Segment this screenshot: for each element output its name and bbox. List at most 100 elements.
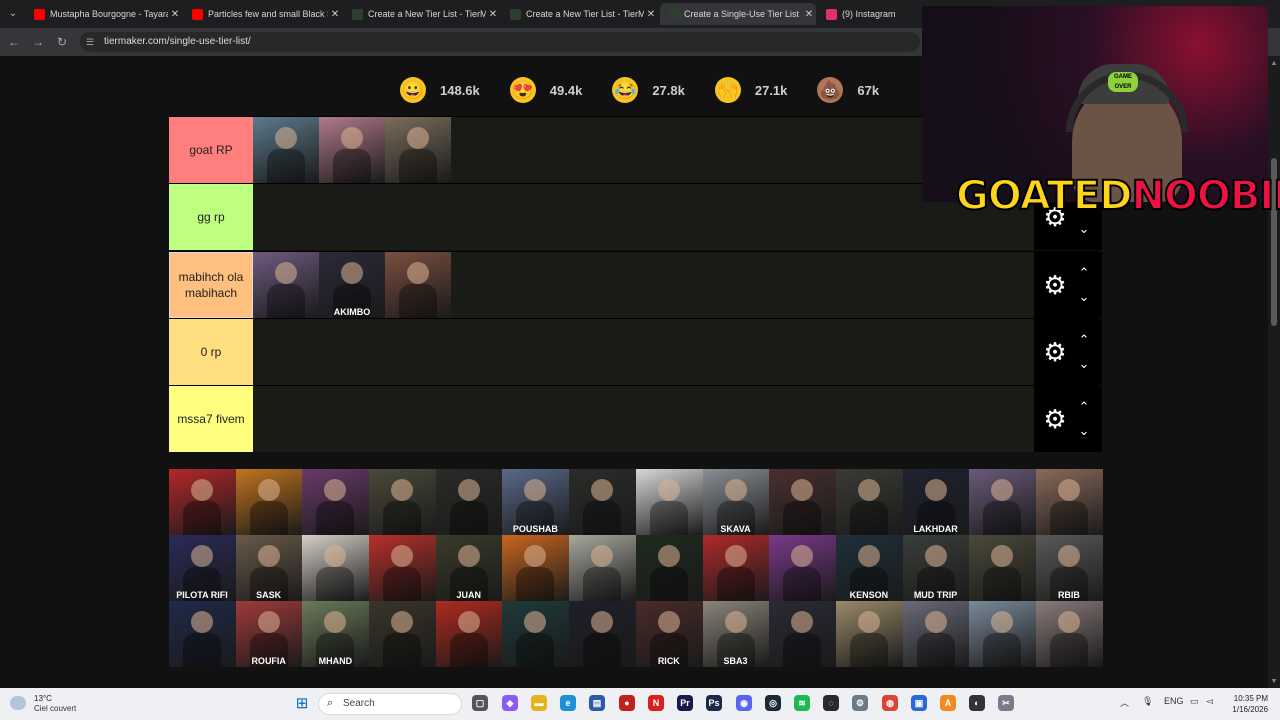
netflix-icon[interactable]: N [648, 695, 664, 711]
url-field[interactable]: ☰ tiermaker.com/single-use-tier-list/ [80, 32, 920, 52]
browser-tab[interactable]: Particles few and small Black S ✕ [184, 3, 342, 25]
move-tier-down-icon[interactable]: ⌄ [1076, 424, 1092, 438]
reaction-button[interactable]: 🙌 27.1k [714, 68, 787, 112]
store-icon[interactable]: ▤ [589, 695, 605, 711]
app-icon-red[interactable]: ● [619, 695, 635, 711]
tier-row[interactable]: 0 rp ⚙ ⌃ ⌄ [169, 318, 1102, 385]
character-thumbnail[interactable]: SBA3 [702, 601, 770, 667]
character-thumbnail[interactable]: ROUFIA [235, 601, 303, 667]
character-thumbnail[interactable]: PILOTA RIFI [169, 535, 236, 601]
move-tier-down-icon[interactable]: ⌄ [1076, 357, 1092, 371]
character-thumbnail[interactable] [253, 252, 319, 318]
character-thumbnail[interactable] [1035, 601, 1103, 667]
forward-icon[interactable]: → [30, 34, 46, 50]
character-thumbnail[interactable] [635, 469, 703, 535]
move-tier-up-icon[interactable]: ⌃ [1076, 333, 1092, 347]
character-thumbnail[interactable]: KENSON [835, 535, 903, 601]
weather-widget[interactable]: 13°C Ciel couvert [10, 694, 80, 714]
character-thumbnail[interactable] [835, 469, 903, 535]
browser-tab[interactable]: Create a New Tier List - TierMa ✕ [502, 3, 658, 25]
task-view-icon[interactable]: ▢ [472, 695, 488, 711]
character-thumbnail[interactable]: MHAND [302, 601, 370, 667]
app-icon-blue[interactable]: ▣ [911, 695, 927, 711]
snipping-tool-icon[interactable]: ✂ [998, 695, 1014, 711]
character-thumbnail[interactable] [569, 535, 636, 601]
tab-close-icon[interactable]: ✕ [644, 9, 658, 20]
character-thumbnail[interactable] [769, 535, 836, 601]
discord-icon[interactable]: ◉ [736, 695, 752, 711]
character-thumbnail[interactable]: LAKHDAR [902, 469, 970, 535]
site-info-icon[interactable]: ☰ [86, 32, 94, 52]
edge-icon[interactable]: e [560, 695, 576, 711]
character-thumbnail[interactable] [769, 469, 836, 535]
move-tier-down-icon[interactable]: ⌄ [1076, 290, 1092, 304]
spotify-icon[interactable]: ≋ [794, 695, 810, 711]
reaction-button[interactable]: 😂 27.8k [612, 68, 685, 112]
app-icon-black[interactable]: ◐ [969, 695, 985, 711]
volume-icon[interactable]: ◅ [1206, 696, 1213, 707]
move-tier-up-icon[interactable]: ⌃ [1076, 400, 1092, 414]
character-thumbnail[interactable] [635, 535, 703, 601]
move-tier-up-icon[interactable]: ⌃ [1076, 266, 1092, 280]
reaction-button[interactable]: 😍 49.4k [509, 68, 582, 112]
file-explorer-icon[interactable]: ▬ [531, 695, 547, 711]
character-thumbnail[interactable]: RBIB [1035, 535, 1103, 601]
tier-settings-gear-icon[interactable]: ⚙ [1040, 404, 1070, 434]
tier-settings-gear-icon[interactable]: ⚙ [1040, 270, 1070, 300]
character-thumbnail[interactable] [502, 601, 570, 667]
app-icon-orange[interactable]: A [940, 695, 956, 711]
copilot-icon[interactable]: ◆ [502, 695, 518, 711]
character-thumbnail[interactable]: AKIMBO [319, 252, 385, 318]
reaction-button[interactable]: 💩 67k [817, 68, 879, 112]
tier-row[interactable]: mssa7 fivem ⚙ ⌃ ⌄ [169, 385, 1102, 452]
tier-settings-gear-icon[interactable]: ⚙ [1040, 337, 1070, 367]
character-thumbnail[interactable] [385, 117, 451, 183]
character-thumbnail[interactable] [253, 117, 319, 183]
back-icon[interactable]: ← [6, 34, 22, 50]
photoshop-icon[interactable]: Ps [706, 695, 722, 711]
reaction-button[interactable]: 😀 148.6k [400, 68, 480, 112]
character-thumbnail[interactable] [702, 535, 770, 601]
character-thumbnail[interactable] [435, 601, 503, 667]
character-thumbnail[interactable] [369, 601, 436, 667]
chrome-icon[interactable]: ◍ [882, 695, 898, 711]
character-thumbnail[interactable] [302, 469, 370, 535]
language-indicator[interactable]: ENG [1164, 696, 1184, 706]
character-thumbnail[interactable] [835, 601, 903, 667]
character-thumbnail[interactable]: SASK [235, 535, 303, 601]
character-thumbnail[interactable] [319, 117, 385, 183]
character-thumbnail[interactable] [769, 601, 836, 667]
character-thumbnail[interactable] [369, 535, 436, 601]
tier-label[interactable]: 0 rp [169, 319, 253, 385]
browser-tab[interactable]: Mustapha Bourgogne - Tayara ✕ [26, 3, 182, 25]
tab-search-menu-icon[interactable]: ⌄ [4, 6, 22, 22]
character-thumbnail[interactable] [1035, 469, 1103, 535]
windows-start-icon[interactable]: ⊞ [294, 696, 310, 712]
tab-close-icon[interactable]: ✕ [168, 9, 182, 20]
tier-label[interactable]: goat RP [169, 117, 253, 183]
character-thumbnail[interactable] [369, 469, 436, 535]
steam-icon[interactable]: ◎ [765, 695, 781, 711]
settings-icon[interactable]: ⚙ [852, 695, 868, 711]
scroll-down-icon[interactable]: ▼ [1270, 678, 1278, 686]
scroll-up-icon[interactable]: ▲ [1270, 60, 1278, 68]
move-tier-down-icon[interactable]: ⌄ [1076, 222, 1092, 236]
character-thumbnail[interactable] [969, 469, 1036, 535]
tab-close-icon[interactable]: ✕ [802, 9, 816, 20]
tier-label[interactable]: mabihch ola mabihach [169, 252, 253, 318]
network-icon[interactable]: ▭ [1190, 696, 1199, 707]
app-icon-dark[interactable]: ◌ [823, 695, 839, 711]
character-thumbnail[interactable] [435, 469, 503, 535]
character-thumbnail[interactable] [502, 535, 570, 601]
tab-close-icon[interactable]: ✕ [486, 9, 500, 20]
character-thumbnail[interactable] [169, 601, 236, 667]
tier-row[interactable]: mabihch ola mabihach AKIMBO ⚙ ⌃ ⌄ [169, 251, 1102, 318]
tray-chevron-icon[interactable]: ︿ [1120, 696, 1129, 709]
character-thumbnail[interactable]: POUSHAB [502, 469, 570, 535]
character-thumbnail[interactable]: SKAVA [702, 469, 770, 535]
tier-label[interactable]: gg rp [169, 184, 253, 250]
tab-close-icon[interactable]: ✕ [328, 9, 342, 20]
character-thumbnail[interactable] [569, 469, 636, 535]
character-thumbnail[interactable] [169, 469, 236, 535]
character-thumbnail[interactable] [969, 601, 1036, 667]
